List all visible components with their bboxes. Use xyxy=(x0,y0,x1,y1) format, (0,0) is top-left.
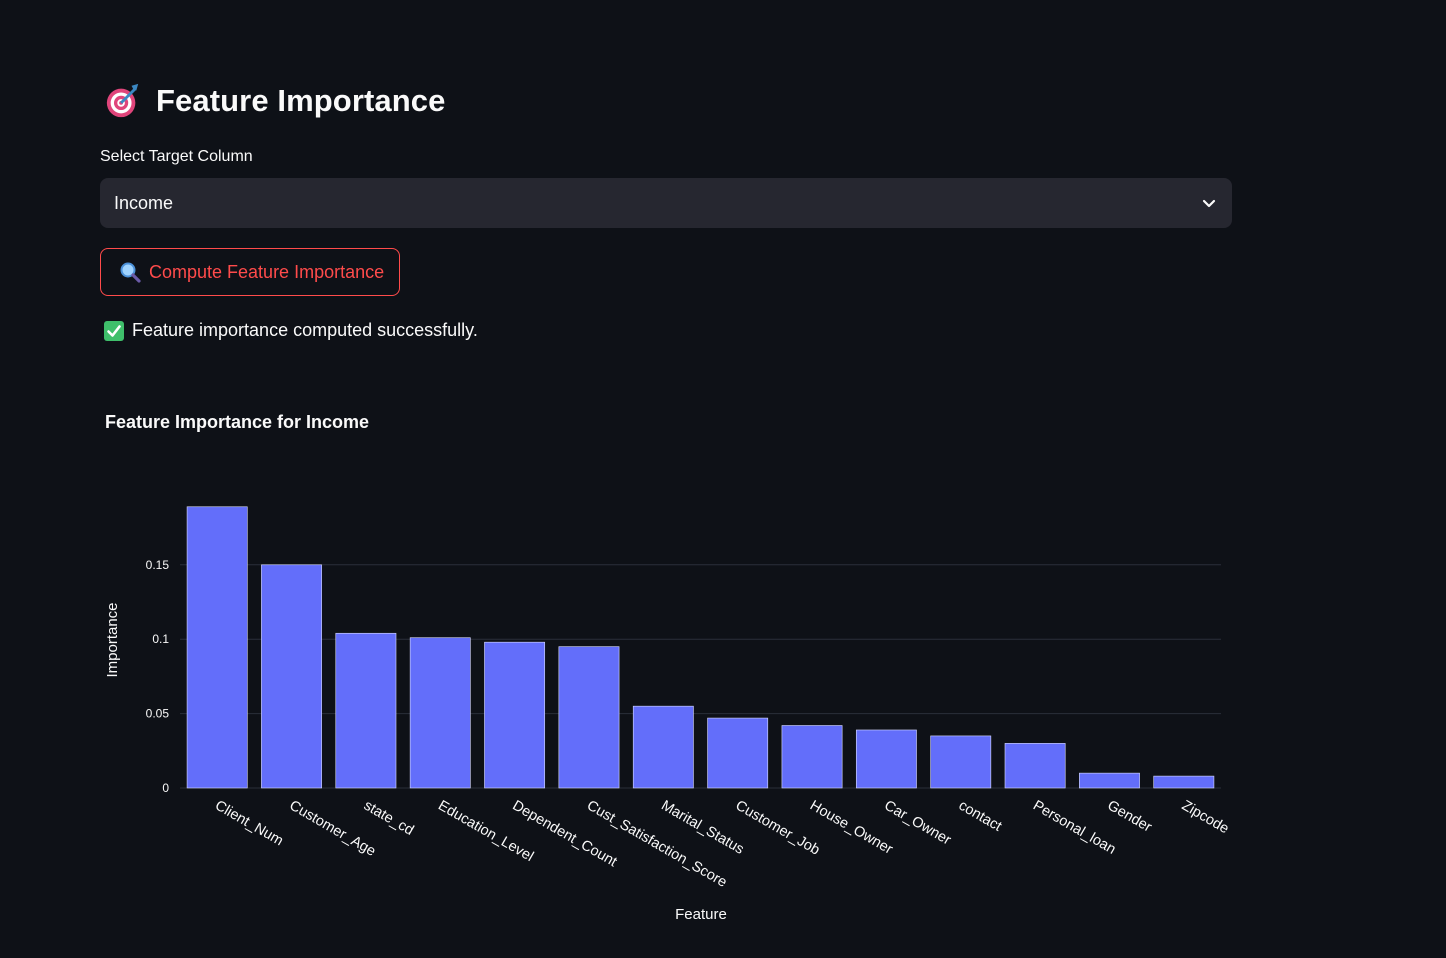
x-tick-label: House_Owner xyxy=(807,798,895,858)
page-header: Feature Importance xyxy=(104,82,446,120)
bar[interactable] xyxy=(855,729,917,789)
y-axis-title: Importance xyxy=(104,602,121,677)
chevron-down-icon xyxy=(1202,199,1216,208)
success-message: Feature importance computed successfully… xyxy=(104,320,478,341)
y-tick-label: 0.15 xyxy=(146,558,170,572)
x-tick-label: contact xyxy=(956,798,1004,835)
magnifier-icon xyxy=(120,262,141,283)
bar[interactable] xyxy=(409,637,471,789)
y-tick-label: 0.05 xyxy=(146,707,170,721)
check-icon xyxy=(104,320,124,341)
compute-feature-importance-button[interactable]: Compute Feature Importance xyxy=(100,248,401,296)
feature-importance-chart: 00.050.10.15 Client_Num Customer_Agestate… xyxy=(104,506,1232,923)
bar[interactable] xyxy=(1153,775,1215,789)
bar[interactable] xyxy=(781,725,843,789)
y-tick-label: 0 xyxy=(162,781,169,795)
bar[interactable] xyxy=(1004,743,1066,789)
x-tick-label: Zipcode xyxy=(1179,798,1232,838)
x-tick-label: Client_Num xyxy=(212,798,286,850)
compute-button-label: Compute Feature Importance xyxy=(149,261,385,282)
x-tick-label: state_cd xyxy=(361,798,416,839)
target-column-select[interactable]: Income xyxy=(100,178,1232,228)
x-tick-label: Personal_loan xyxy=(1030,798,1118,858)
bar[interactable] xyxy=(632,705,694,789)
bar[interactable] xyxy=(261,564,322,789)
bar[interactable] xyxy=(335,632,397,789)
success-text: Feature importance computed successfully… xyxy=(132,320,478,340)
bar[interactable] xyxy=(707,717,769,789)
x-axis-title: Feature xyxy=(675,906,727,923)
x-tick-label: Gender xyxy=(1104,798,1154,836)
bar[interactable] xyxy=(484,641,546,789)
bar[interactable] xyxy=(558,646,620,789)
target-icon xyxy=(106,83,139,118)
chart-title: Feature Importance for Income xyxy=(105,412,370,432)
bar[interactable] xyxy=(186,506,248,789)
y-tick-label: 0.1 xyxy=(152,632,169,646)
select-value: Income xyxy=(114,192,174,213)
bar[interactable] xyxy=(1079,772,1140,789)
x-tick-label: Cust_Satisfaction_Score xyxy=(584,798,730,891)
select-target-label: Select Target Column xyxy=(100,148,253,165)
page-title: Feature Importance xyxy=(156,83,446,118)
page: Feature Importance Select Target Column … xyxy=(0,0,1446,958)
x-tick-label: Car_Owner xyxy=(881,798,953,849)
bar[interactable] xyxy=(930,735,992,789)
